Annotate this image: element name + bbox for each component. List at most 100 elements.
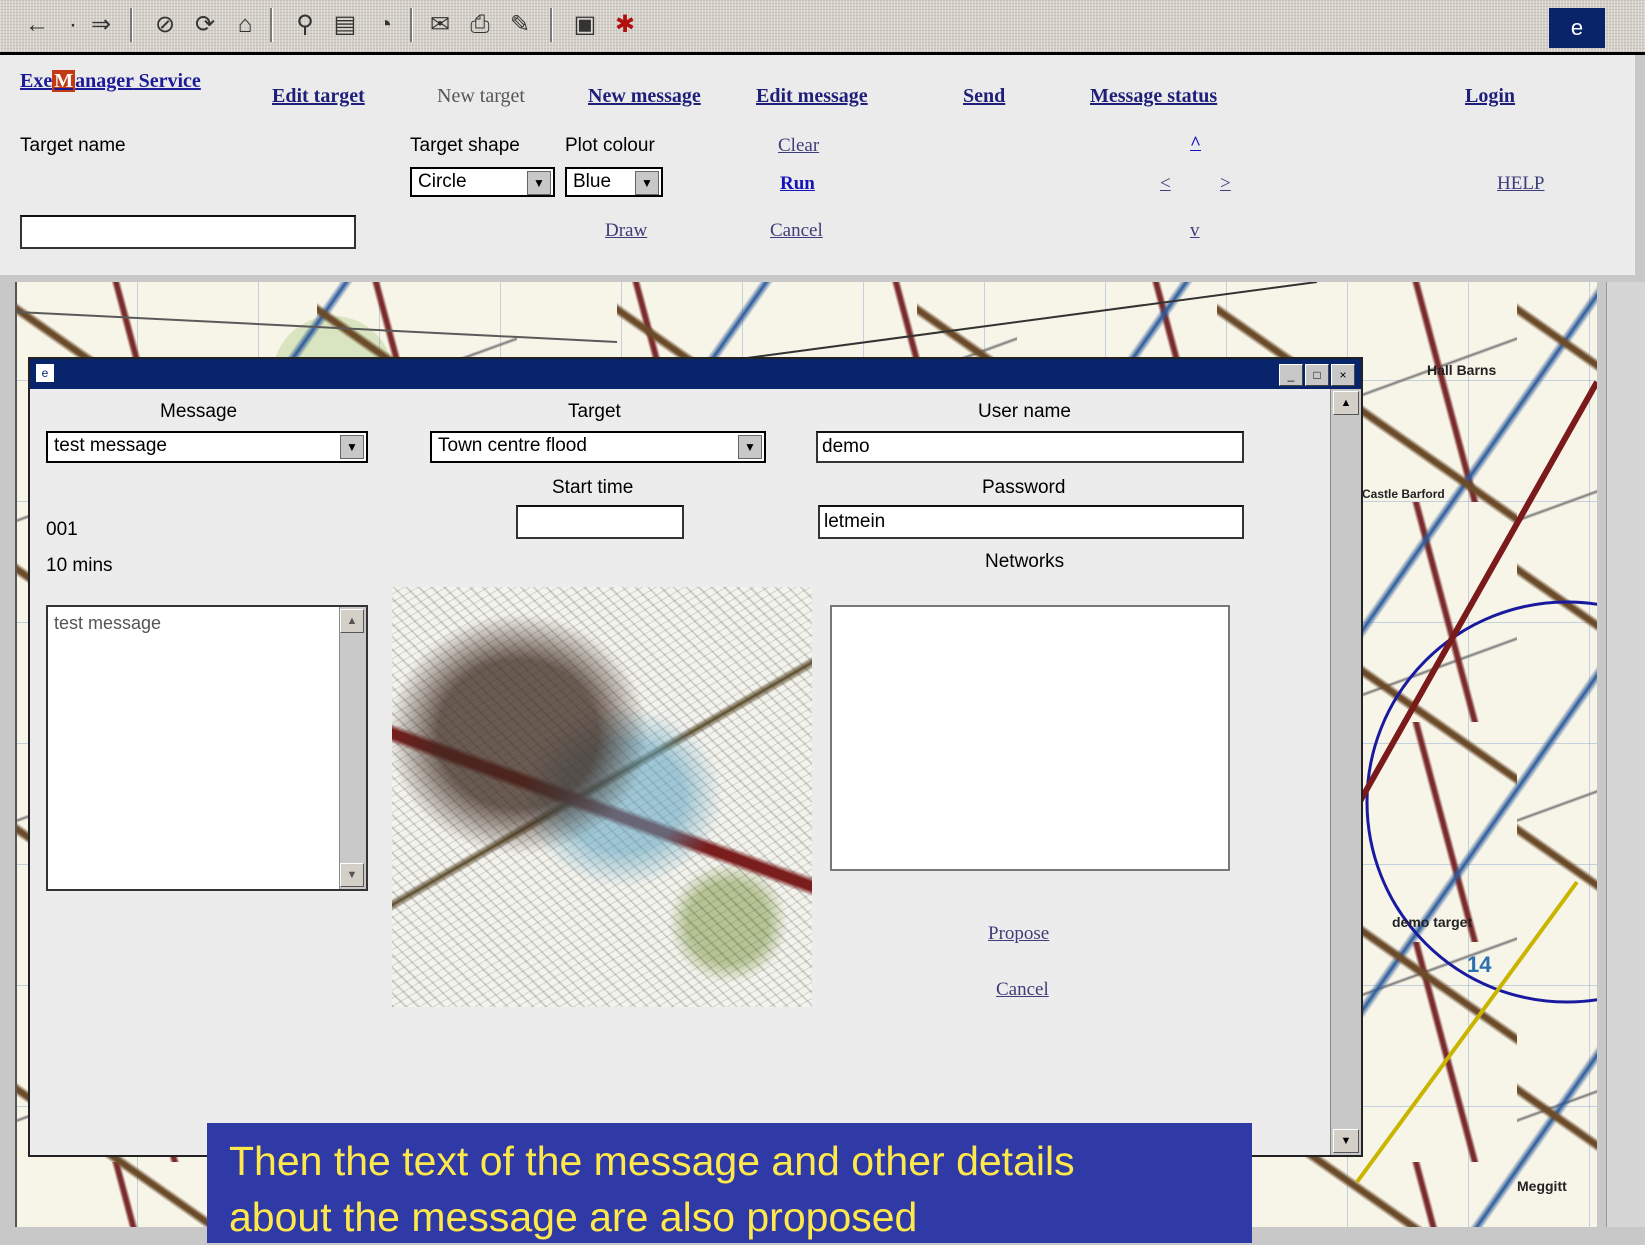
nav-edit-target[interactable]: Edit target	[272, 85, 365, 108]
scroll-up-icon[interactable]: ▲	[340, 609, 364, 633]
message-select-value: test message	[54, 435, 167, 456]
dialog-titlebar[interactable]: e _ □ ×	[30, 359, 1361, 389]
message-text-content: test message	[54, 613, 162, 633]
target-select[interactable]: Town centre flood ▼	[430, 431, 766, 463]
user-name-input[interactable]	[816, 431, 1244, 463]
map-place-label: Hall Barns	[1427, 362, 1497, 378]
plot-colour-label: Plot colour	[565, 135, 655, 156]
forward-icon[interactable]: ·	[58, 10, 88, 40]
pan-down-arrow[interactable]: v	[1190, 220, 1200, 242]
target-label: Target	[568, 401, 621, 422]
scroll-down-icon[interactable]: ▼	[1333, 1129, 1359, 1153]
propose-link[interactable]: Propose	[988, 923, 1049, 945]
chevron-down-icon[interactable]: ▼	[738, 435, 762, 459]
mail-icon[interactable]: ✉	[425, 10, 455, 40]
start-time-label: Start time	[552, 477, 634, 498]
pan-right-arrow[interactable]: >	[1220, 173, 1231, 195]
cancel-link[interactable]: Cancel	[770, 220, 823, 242]
app-logo[interactable]: Exe Manager Service	[20, 70, 201, 93]
toolbar-divider	[270, 8, 273, 42]
map-place-label: Meggitt	[1517, 1178, 1567, 1194]
nav-new-message[interactable]: New message	[588, 85, 701, 108]
toolbar-divider	[410, 8, 413, 42]
plot-colour-value: Blue	[573, 171, 612, 192]
plot-colour-select[interactable]: Blue ▼	[565, 167, 663, 197]
close-icon[interactable]: ×	[1331, 364, 1355, 386]
refresh-icon[interactable]: ⊘	[150, 10, 180, 40]
dialog-scrollbar[interactable]: ▲ ▼	[1330, 389, 1361, 1155]
toolbar-divider	[130, 8, 133, 42]
map-place-label: demo target	[1392, 914, 1473, 930]
browser-logo-icon: e	[1549, 8, 1605, 48]
scroll-down-icon[interactable]: ▼	[340, 863, 364, 887]
run-link[interactable]: Run	[780, 173, 815, 195]
chevron-down-icon[interactable]: ▼	[527, 171, 551, 195]
networks-list[interactable]	[830, 605, 1230, 871]
target-shape-select[interactable]: Circle ▼	[410, 167, 555, 197]
message-label: Message	[160, 401, 238, 422]
start-time-input[interactable]	[516, 505, 684, 539]
map-road	[1334, 380, 1597, 844]
message-text-area[interactable]: test message ▲ ▼	[46, 605, 368, 891]
edit-icon[interactable]: ✎	[505, 10, 535, 40]
map-place-label: Castle Barford	[1362, 487, 1445, 501]
map-road	[716, 282, 1318, 363]
caption-line: about the message are also proposed	[229, 1194, 918, 1240]
nav-login[interactable]: Login	[1465, 85, 1515, 108]
refresh-page-icon[interactable]: ⟳	[190, 10, 220, 40]
networks-label: Networks	[985, 551, 1065, 572]
message-select[interactable]: test message ▼	[46, 431, 368, 463]
messenger-icon[interactable]: ✱	[610, 10, 640, 40]
map-place-label: 14	[1467, 952, 1492, 977]
pan-up-arrow[interactable]: ^	[1190, 133, 1201, 155]
target-circle	[1365, 600, 1597, 1004]
print-icon[interactable]: ⎙	[465, 10, 495, 40]
minimize-icon[interactable]: _	[1279, 364, 1303, 386]
help-link[interactable]: HELP	[1497, 173, 1545, 195]
slide-caption: Then the text of the message and other d…	[207, 1123, 1252, 1243]
back-icon[interactable]: ←	[22, 10, 52, 40]
window-icon: e	[36, 364, 54, 382]
search-icon[interactable]: ⚲	[290, 10, 320, 40]
draw-link[interactable]: Draw	[605, 220, 647, 242]
target-select-value: Town centre flood	[438, 435, 587, 456]
target-name-label: Target name	[20, 135, 126, 156]
nav-send[interactable]: Send	[963, 85, 1005, 108]
maximize-icon[interactable]: □	[1305, 364, 1329, 386]
pan-left-arrow[interactable]: <	[1160, 173, 1171, 195]
user-name-label: User name	[978, 401, 1071, 422]
propose-message-dialog: e _ □ × ▲ ▼ Message test message ▼ Targe…	[28, 357, 1363, 1157]
password-input[interactable]	[818, 505, 1244, 539]
discuss-icon[interactable]: ▣	[570, 10, 600, 40]
clear-link[interactable]: Clear	[778, 135, 819, 157]
history-icon[interactable]: ◔	[370, 10, 400, 40]
target-preview-map	[392, 587, 812, 1007]
home-icon[interactable]: ⌂	[230, 10, 260, 40]
map-scrollbar[interactable]	[1606, 282, 1645, 1227]
app-header: Exe Manager Service Edit target New targe…	[0, 55, 1635, 275]
target-shape-value: Circle	[418, 171, 467, 192]
map-road	[17, 311, 618, 343]
target-shape-label: Target shape	[410, 135, 520, 156]
priority-value: 001	[46, 519, 78, 540]
chevron-down-icon[interactable]: ▼	[635, 171, 659, 195]
dialog-cancel-link[interactable]: Cancel	[996, 979, 1049, 1001]
logo-accent: M	[52, 70, 76, 92]
nav-message-status[interactable]: Message status	[1090, 85, 1217, 108]
chevron-down-icon[interactable]: ▼	[340, 435, 364, 459]
stop-icon[interactable]: ⇒	[86, 10, 116, 40]
password-label: Password	[982, 477, 1066, 498]
nav-new-target: New target	[437, 85, 525, 107]
caption-line: Then the text of the message and other d…	[229, 1138, 1075, 1184]
scroll-up-icon[interactable]: ▲	[1333, 391, 1359, 415]
message-text-scrollbar[interactable]: ▲ ▼	[339, 607, 366, 889]
toolbar-divider	[550, 8, 553, 42]
browser-toolbar: ← · ⇒ ⊘ ⟳ ⌂ ⚲ ▤ ◔ ✉ ⎙ ✎ ▣ ✱ e	[0, 0, 1645, 55]
favorites-icon[interactable]: ▤	[330, 10, 360, 40]
duration-value: 10 mins	[46, 555, 113, 576]
target-name-input[interactable]	[20, 215, 356, 249]
logo-text: anager	[75, 70, 134, 92]
nav-edit-message[interactable]: Edit message	[756, 85, 868, 108]
logo-text: Exe	[20, 70, 53, 92]
logo-text: Service	[133, 70, 201, 92]
